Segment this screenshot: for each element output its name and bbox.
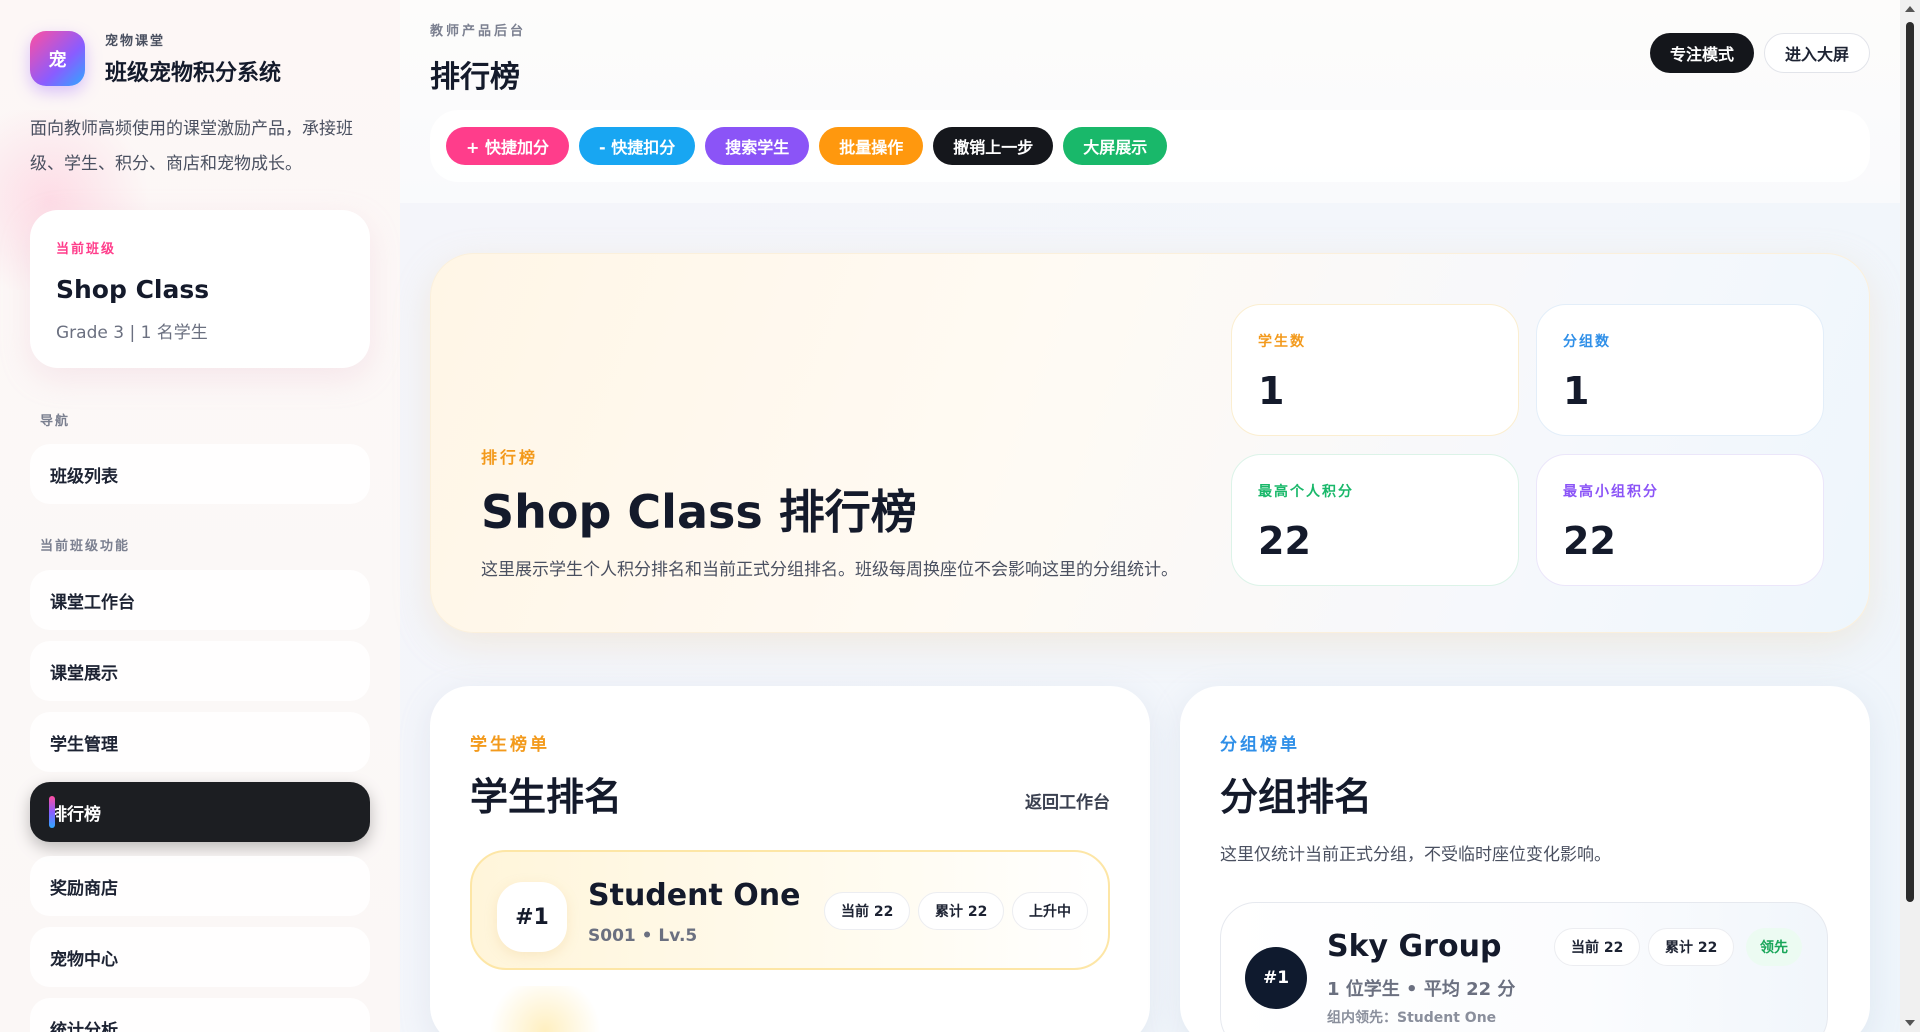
- leading-badge: 领先: [1746, 928, 1802, 966]
- nav-section-class-functions: 当前班级功能: [40, 539, 131, 554]
- sidebar-item-reward-shop[interactable]: 奖励商店: [30, 856, 370, 916]
- student-name: Student One: [588, 878, 801, 913]
- header-actions: 专注模式 进入大屏: [1649, 33, 1870, 73]
- sidebar-item-label: 学生管理: [50, 734, 118, 755]
- active-indicator: [49, 796, 55, 828]
- sidebar-item-class-list[interactable]: 班级列表: [30, 444, 370, 504]
- big-screen-display-button[interactable]: 大屏展示: [1063, 127, 1168, 165]
- sidebar-item-label: 排行榜: [50, 804, 101, 825]
- stat-label: 最高小组积分: [1563, 484, 1659, 500]
- stat-value: 22: [1258, 519, 1311, 563]
- stat-card-students: 学生数 1: [1231, 304, 1519, 436]
- current-class-label: 当前班级: [56, 242, 117, 257]
- search-student-button[interactable]: 搜索学生: [705, 127, 810, 165]
- quick-add-points-button[interactable]: + 快捷加分: [446, 127, 569, 165]
- table-row[interactable]: #1 Student One S001 • Lv.5 当前 22 累计 22 上…: [470, 850, 1110, 970]
- batch-operation-button[interactable]: 批量操作: [819, 127, 924, 165]
- group-panel-eyebrow: 分组榜单: [1220, 735, 1300, 755]
- total-score-chip: 累计 22: [1648, 928, 1735, 966]
- brand: 宠 宠物课堂 班级宠物积分系统: [30, 30, 281, 87]
- topbar: 教师产品后台 排行榜 专注模式 进入大屏 + 快捷加分 - 快捷扣分 搜索学生 …: [400, 0, 1900, 203]
- sidebar: 宠 宠物课堂 班级宠物积分系统 面向教师高频使用的课堂激励产品，承接班级、学生、…: [0, 0, 400, 1032]
- sidebar-item-label: 班级列表: [50, 466, 118, 487]
- stat-card-top-group-score: 最高小组积分 22: [1536, 454, 1824, 586]
- rank-badge: #1: [1245, 947, 1307, 1009]
- trend-chip: 上升中: [1012, 892, 1088, 930]
- stat-label: 分组数: [1563, 334, 1611, 350]
- stat-value: 22: [1563, 519, 1616, 563]
- stat-card-top-student-score: 最高个人积分 22: [1231, 454, 1519, 586]
- scroll-down-arrow-icon[interactable]: [1905, 1020, 1915, 1026]
- focus-mode-button[interactable]: 专注模式: [1649, 33, 1754, 73]
- brand-logo: 宠: [30, 31, 85, 86]
- group-panel-description: 这里仅统计当前正式分组，不受临时座位变化影响。: [1220, 845, 1611, 865]
- group-panel-title: 分组排名: [1220, 775, 1373, 819]
- current-class-name: Shop Class: [56, 275, 210, 304]
- brand-subtitle: 宠物课堂: [105, 34, 166, 49]
- sidebar-item-label: 课堂展示: [50, 663, 118, 684]
- rank-badge: #1: [497, 882, 567, 952]
- stat-card-groups: 分组数 1: [1536, 304, 1824, 436]
- group-leader: 组内领先：Student One: [1327, 1010, 1497, 1026]
- group-ranking-panel: 分组榜单 分组排名 这里仅统计当前正式分组，不受临时座位变化影响。 #1 Sky…: [1180, 686, 1870, 1032]
- sidebar-item-classroom-display[interactable]: 课堂展示: [30, 641, 370, 701]
- student-panel-eyebrow: 学生榜单: [470, 735, 550, 755]
- student-ranking-panel: 学生榜单 学生排名 返回工作台 #1 Student One S001 • Lv…: [430, 686, 1150, 1032]
- page-title: 排行榜: [430, 60, 520, 95]
- decorative-blob: [480, 986, 610, 1032]
- table-row[interactable]: #1 Sky Group 1 位学生 • 平均 22 分 组内领先：Studen…: [1220, 902, 1828, 1032]
- enter-big-screen-button[interactable]: 进入大屏: [1763, 33, 1870, 73]
- sidebar-item-leaderboard[interactable]: 排行榜: [30, 782, 370, 842]
- student-panel-title: 学生排名: [470, 775, 623, 819]
- leaderboard-hero: 排行榜 Shop Class 排行榜 这里展示学生个人积分排名和当前正式分组排名…: [430, 253, 1870, 633]
- header-eyebrow: 教师产品后台: [430, 24, 527, 39]
- hero-description: 这里展示学生个人积分排名和当前正式分组排名。班级每周换座位不会影响这里的分组统计…: [481, 560, 1178, 580]
- back-to-workbench-link[interactable]: 返回工作台: [1025, 788, 1110, 813]
- sidebar-item-statistics[interactable]: 统计分析: [30, 998, 370, 1032]
- sidebar-item-label: 奖励商店: [50, 878, 118, 899]
- current-class-meta: Grade 3 | 1 名学生: [56, 323, 208, 343]
- group-name: Sky Group: [1327, 929, 1502, 964]
- sidebar-item-label: 统计分析: [50, 1020, 118, 1032]
- student-meta: S001 • Lv.5: [588, 926, 698, 946]
- current-score-chip: 当前 22: [824, 892, 911, 930]
- current-score-chip: 当前 22: [1554, 928, 1641, 966]
- brand-description: 面向教师高频使用的课堂激励产品，承接班级、学生、积分、商店和宠物成长。: [30, 119, 353, 174]
- quick-action-bar: + 快捷加分 - 快捷扣分 搜索学生 批量操作 撤销上一步 大屏展示: [430, 110, 1870, 182]
- current-class-card[interactable]: 当前班级 Shop Class Grade 3 | 1 名学生: [30, 210, 370, 368]
- stat-label: 最高个人积分: [1258, 484, 1354, 500]
- scrollbar-thumb[interactable]: [1906, 22, 1914, 902]
- quick-deduct-points-button[interactable]: - 快捷扣分: [578, 127, 696, 165]
- hero-eyebrow: 排行榜: [481, 448, 539, 467]
- nav-section-title: 导航: [40, 414, 71, 429]
- stat-label: 学生数: [1258, 334, 1306, 350]
- undo-button[interactable]: 撤销上一步: [933, 127, 1054, 165]
- scroll-up-arrow-icon[interactable]: [1905, 6, 1915, 12]
- hero-title: Shop Class 排行榜: [481, 485, 917, 539]
- stat-value: 1: [1563, 369, 1590, 413]
- group-meta: 1 位学生 • 平均 22 分: [1327, 979, 1516, 1000]
- stat-value: 1: [1258, 369, 1285, 413]
- total-score-chip: 累计 22: [918, 892, 1005, 930]
- sidebar-item-label: 宠物中心: [50, 949, 118, 970]
- sidebar-item-label: 课堂工作台: [50, 592, 135, 613]
- sidebar-item-workbench[interactable]: 课堂工作台: [30, 570, 370, 630]
- sidebar-item-student-management[interactable]: 学生管理: [30, 712, 370, 772]
- main-content: 教师产品后台 排行榜 专注模式 进入大屏 + 快捷加分 - 快捷扣分 搜索学生 …: [400, 0, 1900, 1032]
- brand-title: 班级宠物积分系统: [105, 61, 282, 86]
- page-scrollbar[interactable]: [1900, 0, 1920, 1032]
- sidebar-item-pet-center[interactable]: 宠物中心: [30, 927, 370, 987]
